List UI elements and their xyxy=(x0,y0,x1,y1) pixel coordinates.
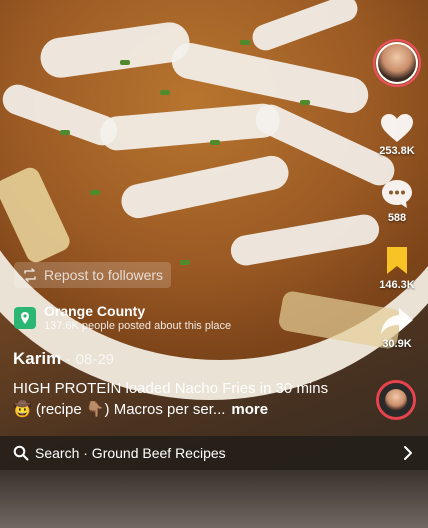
repost-icon xyxy=(24,268,36,282)
caption-text: HIGH PROTEIN loaded Nacho Fries in 30 mi… xyxy=(13,380,329,418)
save-count: 146.3K xyxy=(379,279,415,291)
date-separator: · xyxy=(65,351,71,368)
bookmark-icon xyxy=(387,247,407,274)
post-date: 08-29 xyxy=(75,351,115,368)
chive xyxy=(90,190,100,195)
chevron-right-icon xyxy=(404,446,412,460)
location-tag[interactable]: Orange County 137.6K people posted about… xyxy=(14,300,274,336)
chive xyxy=(60,130,70,135)
like-button[interactable]: 253.8K xyxy=(369,113,425,157)
location-name: Orange County xyxy=(44,303,146,319)
map-pin-icon xyxy=(14,307,36,329)
share-arrow-icon xyxy=(381,308,413,334)
share-count: 30.9K xyxy=(382,338,412,350)
chive xyxy=(120,60,130,65)
avatar[interactable] xyxy=(376,42,418,84)
author-name[interactable]: Karim xyxy=(13,349,61,368)
author-line[interactable]: Karim · 08-29 xyxy=(13,349,114,369)
more-button[interactable]: more xyxy=(231,401,268,418)
repost-label: Repost to followers xyxy=(44,267,164,283)
table-surface xyxy=(0,470,428,528)
search-label: Search · Ground Beef Recipes xyxy=(35,445,226,461)
chive xyxy=(160,90,170,95)
comment-icon xyxy=(382,180,412,208)
repost-button[interactable]: Repost to followers xyxy=(14,262,172,288)
comment-count: 588 xyxy=(387,212,407,224)
heart-icon xyxy=(381,114,413,142)
search-bar[interactable]: Search · Ground Beef Recipes xyxy=(0,436,428,470)
chive xyxy=(300,100,310,105)
chive xyxy=(180,260,190,265)
chive xyxy=(240,40,250,45)
search-icon xyxy=(13,445,29,461)
location-subtitle: 137.6K people posted about this place xyxy=(44,320,232,332)
share-button[interactable]: 30.9K xyxy=(369,306,425,350)
music-disc-avatar xyxy=(385,389,407,411)
like-count: 253.8K xyxy=(379,145,415,157)
music-disc[interactable] xyxy=(376,380,416,420)
caption[interactable]: HIGH PROTEIN loaded Nacho Fries in 30 mi… xyxy=(13,378,333,420)
chive xyxy=(210,140,220,145)
save-button[interactable]: 146.3K xyxy=(369,245,425,291)
comment-button[interactable]: 588 xyxy=(369,178,425,224)
